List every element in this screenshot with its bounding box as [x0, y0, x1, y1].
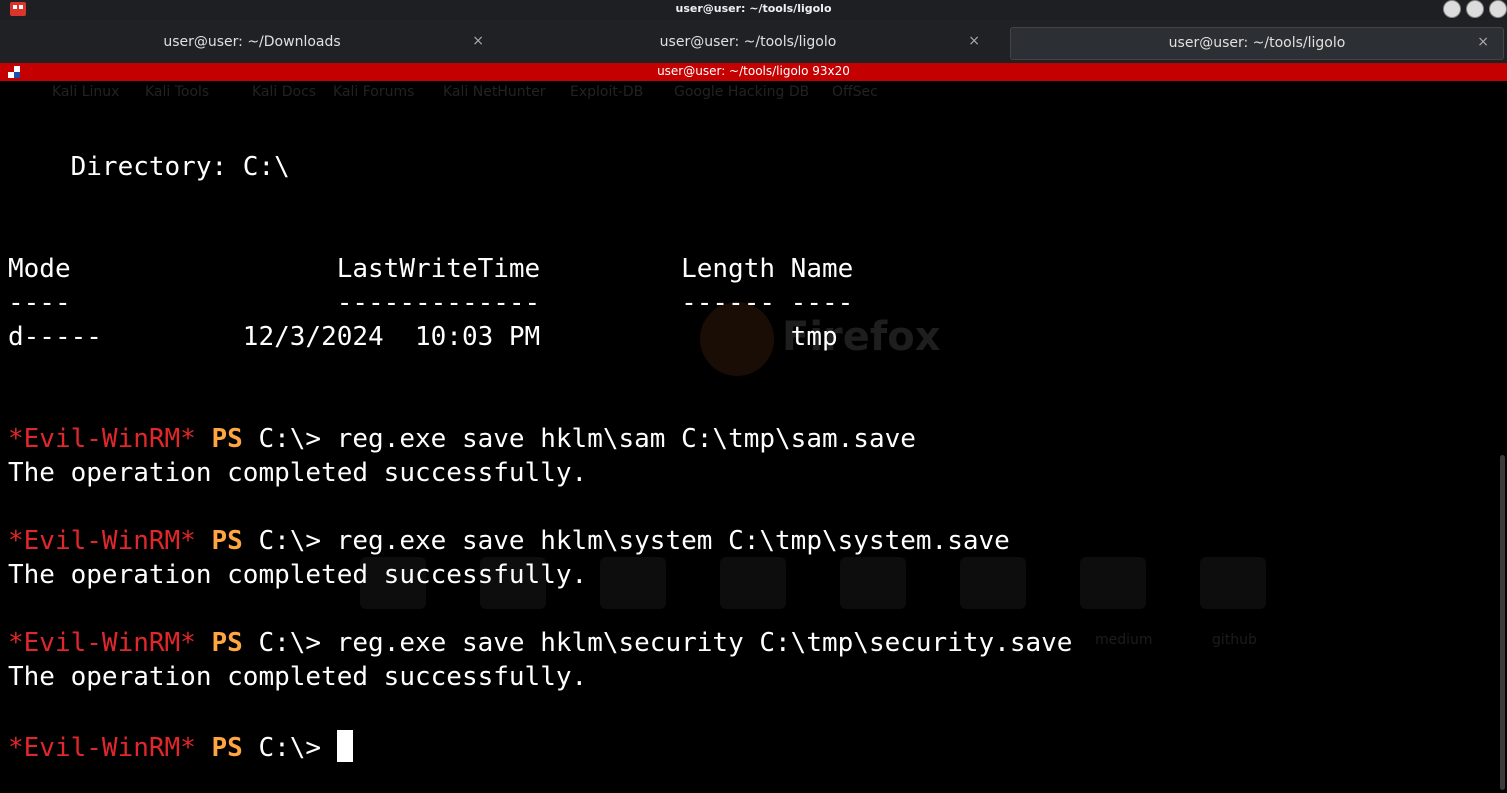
- terminal-header-title: user@user: ~/tools/ligolo 93x20: [657, 64, 850, 78]
- terminal-output[interactable]: Directory: C:\ Mode LastWriteTime Length…: [0, 82, 1497, 793]
- prompt-evil-winrm: *Evil-WinRM*: [8, 526, 196, 556]
- command-output: The operation completed successfully.: [8, 458, 588, 488]
- tab-label: user@user: ~/Downloads: [163, 34, 341, 50]
- tab-ligolo-2-active[interactable]: user@user: ~/tools/ligolo ×: [1010, 27, 1504, 60]
- prompt-ps: PS: [211, 526, 243, 556]
- tab-bar: user@user: ~/Downloads × user@user: ~/to…: [0, 20, 1507, 63]
- prompt-evil-winrm: *Evil-WinRM*: [8, 424, 196, 454]
- prompt-ps: PS: [211, 424, 243, 454]
- tab-close-icon[interactable]: ×: [472, 33, 484, 49]
- prompt-path: C:\>: [242, 733, 337, 763]
- prompt-path: C:\>: [242, 628, 337, 658]
- prompt-evil-winrm: *Evil-WinRM*: [8, 733, 196, 763]
- prompt-path: C:\>: [242, 526, 337, 556]
- tab-close-icon[interactable]: ×: [968, 33, 980, 49]
- minimize-button[interactable]: [1443, 0, 1461, 18]
- tab-label: user@user: ~/tools/ligolo: [659, 34, 837, 50]
- window-title: user@user: ~/tools/ligolo: [675, 2, 832, 15]
- close-window-button[interactable]: [1489, 0, 1507, 18]
- terminal-scrollbar[interactable]: [1500, 455, 1505, 790]
- tab-label: user@user: ~/tools/ligolo: [1168, 35, 1346, 51]
- listing-separator: ---- ------------- ------ ----: [8, 288, 854, 318]
- listing-header: Mode LastWriteTime Length Name: [8, 254, 854, 284]
- prompt-evil-winrm: *Evil-WinRM*: [8, 628, 196, 658]
- listing-row: d----- 12/3/2024 10:03 PM tmp: [8, 322, 838, 352]
- tab-ligolo-1[interactable]: user@user: ~/tools/ligolo ×: [502, 27, 994, 58]
- prompt-line: *Evil-WinRM* PS C:\> reg.exe save hklm\s…: [8, 628, 1072, 658]
- command-output: The operation completed successfully.: [8, 560, 588, 590]
- tab-downloads[interactable]: user@user: ~/Downloads ×: [6, 27, 498, 58]
- prompt-line: *Evil-WinRM* PS C:\> reg.exe save hklm\s…: [8, 526, 1010, 556]
- prompt-ps: PS: [211, 628, 243, 658]
- prompt-ps: PS: [211, 733, 243, 763]
- window-titlebar: user@user: ~/tools/ligolo: [0, 0, 1507, 20]
- terminal-header-bar: user@user: ~/tools/ligolo 93x20: [0, 63, 1507, 81]
- prompt-line: *Evil-WinRM* PS C:\> reg.exe save hklm\s…: [8, 424, 916, 454]
- prompt-path: C:\>: [242, 424, 337, 454]
- command-text: reg.exe save hklm\sam C:\tmp\sam.save: [336, 424, 916, 454]
- tab-close-icon[interactable]: ×: [1477, 34, 1489, 50]
- text-cursor: [336, 730, 353, 762]
- active-prompt-line[interactable]: *Evil-WinRM* PS C:\>: [8, 730, 353, 763]
- directory-line: Directory: C:\: [8, 152, 290, 182]
- command-text: reg.exe save hklm\security C:\tmp\securi…: [336, 628, 1073, 658]
- command-output: The operation completed successfully.: [8, 662, 588, 692]
- maximize-button[interactable]: [1466, 0, 1484, 18]
- command-text: reg.exe save hklm\system C:\tmp\system.s…: [336, 526, 1010, 556]
